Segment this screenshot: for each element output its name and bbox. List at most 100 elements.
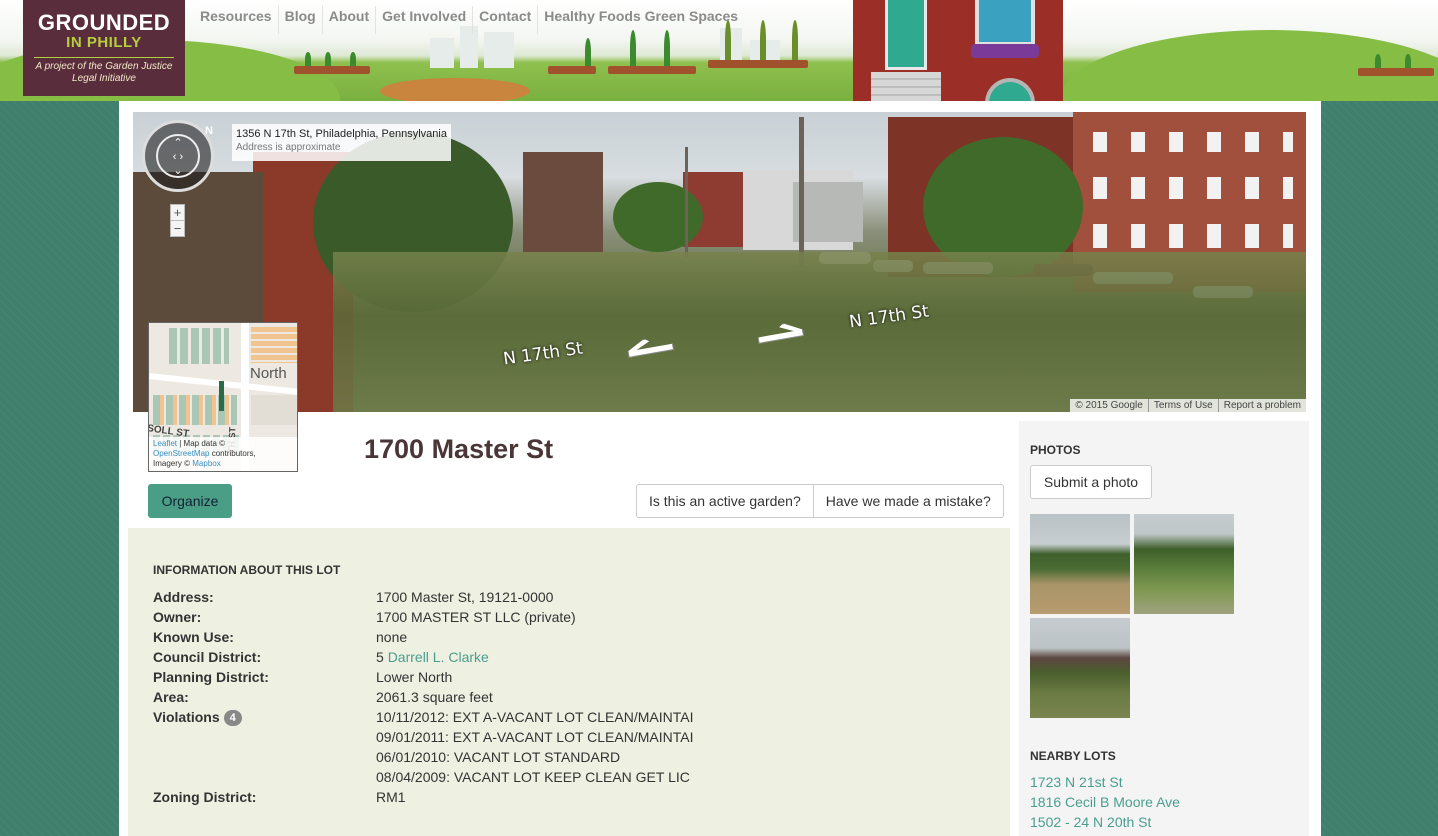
windows-illustration (1093, 132, 1293, 152)
flowerbox-illustration (971, 44, 1039, 58)
address-label: Address: (153, 589, 214, 605)
openstreetmap-link[interactable]: OpenStreetMap (153, 449, 209, 458)
logo-tagline: A project of the Garden Justice Legal In… (35, 61, 173, 84)
nav-healthy-foods[interactable]: Healthy Foods Green Spaces (538, 6, 744, 34)
lot-photo-thumbnail[interactable] (1030, 618, 1130, 718)
plant-illustration (630, 30, 636, 66)
overgrown-lot-illustration (333, 252, 1306, 412)
area-value: 2061.3 square feet (376, 689, 493, 705)
violation-link[interactable]: 10/11/2012: EXT A-VACANT LOT CLEAN/MAINT… (376, 707, 693, 727)
lot-info-heading: INFORMATION ABOUT THIS LOT (153, 563, 341, 577)
garden-bed-illustration (608, 66, 696, 74)
plant-illustration (305, 52, 311, 66)
compass-north-icon: N (205, 125, 213, 137)
garden-bed-illustration (708, 60, 808, 68)
map-block (251, 327, 297, 363)
door-illustration (885, 0, 927, 70)
nav-resources[interactable]: Resources (194, 6, 279, 34)
map-block (251, 395, 297, 425)
zoning-district-label: Zoning District: (153, 789, 257, 805)
feedback-button-group: Is this an active garden? Have we made a… (636, 484, 1004, 518)
utility-pole-illustration (685, 147, 688, 257)
street-view-panorama[interactable]: 1356 N 17th St, Philadelphia, Pennsylvan… (133, 112, 1306, 412)
nav-get-involved[interactable]: Get Involved (376, 6, 474, 34)
report-mistake-button[interactable]: Have we made a mistake? (813, 484, 1004, 518)
street-view-compass[interactable]: ⌃ ‹ › ⌄ N (142, 120, 214, 192)
garden-bed-illustration (294, 66, 370, 74)
area-label: Area: (153, 689, 189, 705)
plant-illustration (664, 30, 670, 66)
active-garden-button[interactable]: Is this an active garden? (636, 484, 814, 518)
council-district-number: 5 (376, 649, 384, 665)
pan-down-icon[interactable]: ⌄ (158, 164, 198, 178)
map-data-text: | Map data © (177, 439, 226, 448)
nav-blog[interactable]: Blog (279, 6, 323, 34)
report-problem-link[interactable]: Report a problem (1217, 399, 1306, 412)
owner-label: Owner: (153, 609, 202, 625)
site-logo[interactable]: GROUNDED IN PHILLY A project of the Gard… (23, 0, 185, 96)
violation-link[interactable]: 09/01/2011: EXT A-VACANT LOT CLEAN/MAINT… (376, 727, 693, 747)
path-illustration (380, 78, 530, 101)
lot-photo-thumbnail[interactable] (1030, 514, 1130, 614)
violations-label: Violations 4 (153, 707, 373, 727)
logo-rule (34, 57, 174, 58)
organize-button[interactable]: Organize (148, 484, 232, 518)
nearby-lot-link[interactable]: 1816 Cecil B Moore Ave (1030, 792, 1180, 812)
address-value: 1700 Master St, 19121-0000 (376, 589, 554, 605)
hill-illustration (1060, 30, 1438, 101)
violation-link[interactable]: 08/04/2009: VACANT LOT KEEP CLEAN GET LI… (376, 767, 690, 787)
logo-line1: GROUNDED (37, 10, 171, 35)
windows-illustration (1093, 177, 1293, 199)
plant-illustration (350, 52, 356, 66)
violations-count-badge: 4 (223, 710, 242, 727)
page-title: 1700 Master St (364, 434, 554, 464)
map-label-north: North (250, 365, 287, 382)
site-header: GROUNDED IN PHILLY A project of the Gard… (0, 0, 1438, 101)
pan-left-right-icon[interactable]: ‹ › (158, 150, 198, 164)
plant-illustration (760, 20, 766, 60)
window-illustration (975, 0, 1035, 46)
lot-photo-thumbnail[interactable] (1134, 514, 1234, 614)
terms-of-use-link[interactable]: Terms of Use (1147, 399, 1218, 412)
steps-illustration (871, 72, 941, 101)
submit-photo-button[interactable]: Submit a photo (1030, 465, 1152, 499)
plant-illustration (325, 52, 331, 66)
windows-illustration (1093, 224, 1293, 248)
owner-value: 1700 MASTER ST LLC (private) (376, 609, 576, 625)
zoom-out-button[interactable]: − (171, 221, 184, 236)
pan-control[interactable]: ⌃ ‹ › ⌄ (156, 134, 200, 178)
leaflet-link[interactable]: Leaflet (153, 439, 177, 448)
nearby-lot-link[interactable]: 1723 N 21st St (1030, 772, 1123, 792)
contributors-text: contributors, (209, 449, 256, 458)
nearby-lot-link[interactable]: 1502 - 24 N 20th St (1030, 812, 1151, 832)
council-district-value: 5 Darrell L. Clarke (376, 647, 489, 667)
sidebar: PHOTOS Submit a photo NEARBY LOTS 1723 N… (1019, 421, 1309, 836)
pan-up-icon[interactable]: ⌃ (158, 136, 198, 150)
plant-illustration (1405, 54, 1411, 68)
main-nav: Resources Blog About Get Involved Contac… (194, 6, 744, 34)
lot-info-panel: INFORMATION ABOUT THIS LOT Address: 1700… (128, 528, 1010, 836)
photos-heading: PHOTOS (1030, 443, 1081, 457)
violation-link[interactable]: 06/01/2010: VACANT LOT STANDARD (376, 747, 620, 767)
council-member-link[interactable]: Darrell L. Clarke (388, 649, 489, 665)
zoom-in-button[interactable]: + (171, 205, 184, 221)
street-view-address: 1356 N 17th St, Philadelphia, Pennsylvan… (232, 124, 451, 161)
garden-bed-illustration (1358, 68, 1434, 76)
known-use-label: Known Use: (153, 629, 234, 645)
plant-illustration (792, 20, 798, 60)
lot-highlight (219, 381, 224, 411)
garden-bed-illustration (548, 66, 596, 74)
map-attribution: Leaflet | Map data © OpenStreetMap contr… (149, 437, 297, 471)
rowhouse-illustration (853, 0, 1063, 101)
mapbox-link[interactable]: Mapbox (192, 459, 220, 468)
violations-label-text: Violations (153, 709, 220, 725)
lot-minimap[interactable]: North SOLL ST TH ST Leaflet | Map data ©… (148, 322, 298, 472)
imagery-text: Imagery © (153, 459, 191, 468)
arch-illustration (985, 78, 1035, 101)
address-approximate-note: Address is approximate (236, 142, 341, 153)
plant-illustration (1375, 54, 1381, 68)
utility-pole-illustration (799, 117, 804, 267)
nav-about[interactable]: About (323, 6, 377, 34)
planning-district-link[interactable]: Lower North (376, 667, 452, 687)
nav-contact[interactable]: Contact (473, 6, 539, 34)
